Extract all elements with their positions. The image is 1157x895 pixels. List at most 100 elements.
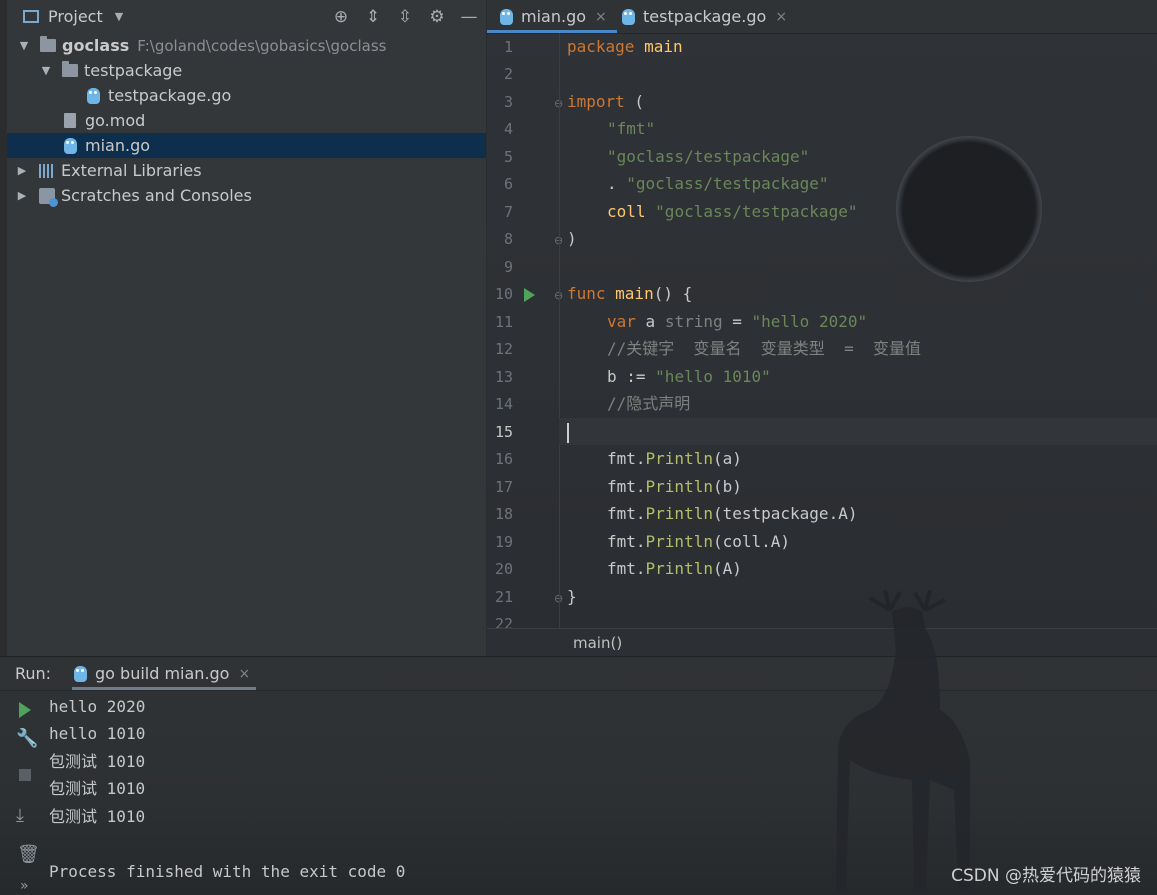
code-area[interactable]: package main import ( "fmt" "goclass/tes… [559,33,1157,628]
tree-item-label: mian.go [85,136,151,155]
code-line: package main [567,33,683,60]
run-icon[interactable] [524,288,535,302]
tree-item-testpackage[interactable]: ▼ testpackage [7,58,486,83]
line-number: 7 [503,203,513,221]
code-line: b := "hello 1010" [607,363,771,390]
more-icon[interactable]: » [20,878,29,894]
expand-arrow-icon[interactable]: ▶ [15,164,29,177]
minimize-icon[interactable]: — [460,7,478,27]
code-line: } [567,583,577,610]
trash-icon[interactable]: 🗑 [17,844,40,865]
line-number: 14 [494,395,513,413]
run-panel-label: Run: [15,664,52,683]
code-line: //关键字 变量名 变量类型 = 变量值 [607,335,921,362]
line-number: 4 [503,120,513,138]
code-token: ) [567,229,577,248]
keyword-package: package [567,37,635,56]
collapse-all-icon[interactable]: ⇳ [396,7,414,27]
function-call: Println [645,559,713,578]
tree-item-label: External Libraries [61,161,202,180]
code-token: fmt. [607,477,646,496]
stop-icon[interactable] [19,769,31,781]
editor-tab-bar: mian.go × testpackage.go × [487,0,1157,34]
rerun-icon[interactable] [19,702,31,718]
go-file-icon [64,137,77,154]
tree-item-scratches[interactable]: ▶ Scratches and Consoles [7,183,486,208]
tree-item-label: Scratches and Consoles [61,186,252,205]
close-icon[interactable]: × [775,9,787,25]
code-line: fmt.Println(coll.A) [607,528,790,555]
tree-item-goclass[interactable]: ▼ goclass F:\goland\codes\gobasics\gocla… [7,33,486,58]
tab-label: testpackage.go [643,7,767,26]
line-number: 8 [503,230,513,248]
go-file-icon [500,8,513,25]
comment: //隐式声明 [607,394,691,413]
console-line: hello 1010 [49,724,146,743]
scroll-to-end-icon[interactable]: ⤓ [16,805,24,826]
go-file-icon [74,665,87,682]
line-number: 10 [494,285,513,303]
line-number: 11 [494,313,513,331]
fold-guide [559,33,560,628]
function-call: Println [645,449,713,468]
expand-all-icon[interactable]: ⇕ [364,7,382,27]
tab-mian-go[interactable]: mian.go × [487,0,617,33]
line-number: 18 [494,505,513,523]
breadcrumb-item-main[interactable]: main() [573,634,622,652]
line-number: 3 [503,93,513,111]
function-name: main [605,284,654,303]
tree-item-mian-go[interactable]: mian.go [7,133,486,158]
go-file-icon [87,87,100,104]
line-number: 13 [494,368,513,386]
tree-item-go-mod[interactable]: go.mod [7,108,486,133]
tree-item-external-libraries[interactable]: ▶ External Libraries [7,158,486,183]
code-line: fmt.Println(a) [607,445,742,472]
run-tab[interactable]: go build mian.go × [66,657,257,690]
package-name: main [634,37,683,56]
tab-testpackage-go[interactable]: testpackage.go × [609,0,797,33]
tree-item-testpackage-go[interactable]: testpackage.go [7,83,486,108]
code-line: //隐式声明 [607,390,690,417]
watermark: CSDN @热爱代码的猿猿 [951,866,1141,886]
close-icon[interactable]: × [595,9,607,25]
expand-arrow-icon[interactable]: ▼ [39,64,53,77]
scratches-icon [39,187,58,207]
wrench-icon[interactable]: 🔧 [16,728,38,749]
project-view-selector[interactable]: Project ▼ [23,7,123,26]
type-name: string [664,312,723,331]
run-panel-header: Run: go build mian.go × [0,657,1157,691]
line-number: 2 [503,65,513,83]
code-token: (a) [712,449,742,468]
code-editor: mian.go × testpackage.go × 1 2 3 4 5 6 7… [487,0,1157,656]
line-number: 21 [494,588,513,606]
project-tool-window: Project ▼ ⊕ ⇕ ⇳ ⚙ — ▼ goclass F:\goland\… [0,0,487,656]
line-number: 20 [494,560,513,578]
line-number: 1 [503,38,513,56]
code-token: a [635,312,665,331]
keyword-func: func [567,284,606,303]
line-number: 19 [494,533,513,551]
code-token: (testpackage.A) [712,504,858,523]
comment: //关键字 变量名 变量类型 = 变量值 [607,339,921,358]
line-number: 9 [503,258,513,276]
tree-item-label: testpackage [84,61,183,80]
code-token: (b) [712,477,742,496]
line-number: 6 [503,175,513,193]
expand-arrow-icon[interactable]: ▶ [15,189,29,202]
left-tool-strip [0,0,7,656]
function-call: Println [645,532,713,551]
run-tab-label: go build mian.go [95,664,230,683]
breadcrumb: main() [487,628,1157,656]
line-number-gutter: 1 2 3 4 5 6 7 8 9 10 11 12 13 14 15 16 1… [487,33,563,633]
gear-icon[interactable]: ⚙ [428,7,446,27]
close-icon[interactable]: × [238,666,250,682]
locate-icon[interactable]: ⊕ [332,7,350,27]
project-path-hint: F:\goland\codes\gobasics\goclass [137,36,387,55]
import-alias: coll [607,202,656,221]
expand-arrow-icon[interactable]: ▼ [17,39,31,52]
tab-label: mian.go [521,7,587,26]
console-line: 包测试 1010 [49,752,146,771]
libraries-icon [39,163,55,178]
folder-icon [62,61,78,77]
code-line: "fmt" [607,115,655,142]
